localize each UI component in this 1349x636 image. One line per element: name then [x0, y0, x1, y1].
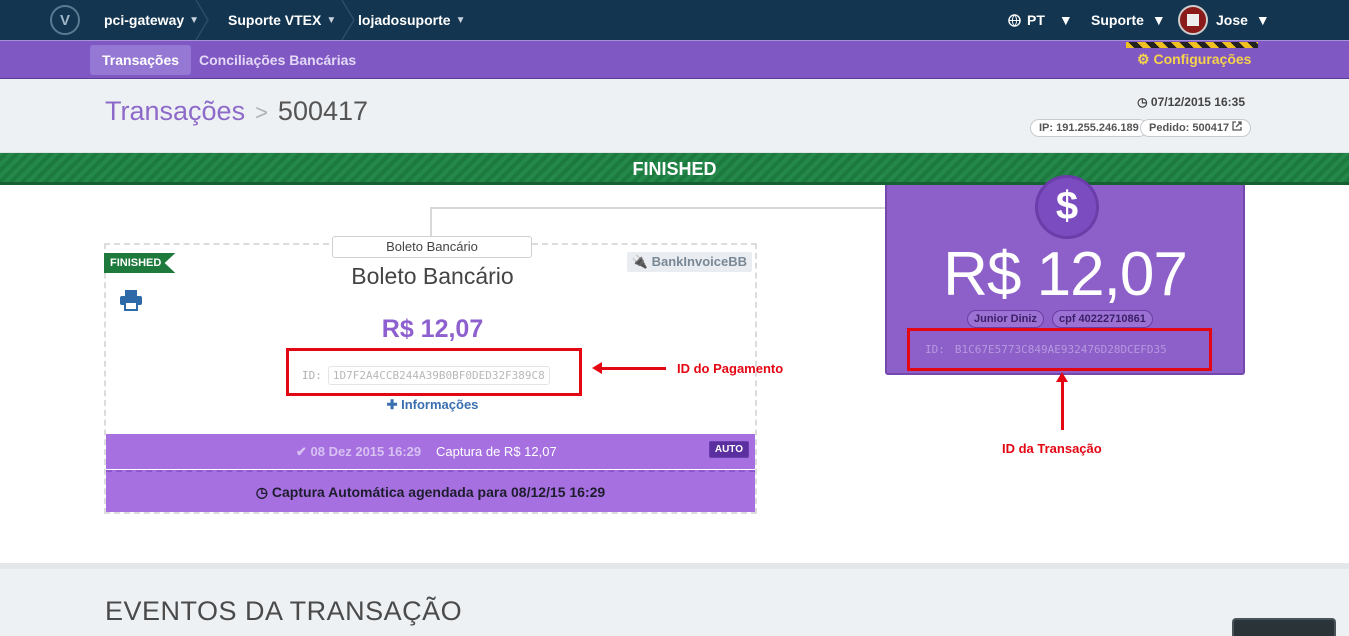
user-menu[interactable]: Jose ▼: [1178, 0, 1270, 40]
plug-icon: 🔌: [631, 254, 648, 269]
breadcrumb-transactions-link[interactable]: Transações: [105, 96, 245, 126]
scheduled-capture: ◷ Captura Automática agendada para 08/12…: [106, 470, 755, 512]
connector-name: BankInvoiceBB: [651, 254, 747, 269]
transaction-datetime: ◷ 07/12/2015 16:35: [1137, 95, 1245, 109]
payment-amount: R$ 12,07: [381, 315, 484, 343]
payment-method-tab: Boleto Bancário: [332, 236, 532, 258]
auto-badge: AUTO: [708, 441, 749, 458]
hazard-stripe: [1126, 42, 1258, 48]
datetime-value: 07/12/2015 16:35: [1150, 95, 1245, 109]
transaction-id-highlight: [907, 328, 1212, 371]
arrow-to-transaction-id: [1056, 372, 1068, 430]
breadcrumb-separator: >: [255, 100, 268, 125]
capture-event-row: ✔ 08 Dez 2015 16:29 Captura de R$ 12,07 …: [106, 434, 755, 469]
language-label: PT: [1027, 12, 1045, 28]
more-info-link[interactable]: ✚ Informações: [106, 397, 759, 413]
gear-icon: ⚙: [1137, 51, 1150, 67]
store-group-label: Suporte VTEX: [228, 12, 322, 28]
capture-date-value: 08 Dez 2015 16:29: [310, 444, 422, 459]
breadcrumb: Transações >500417: [105, 96, 368, 127]
external-link-icon: [1232, 121, 1242, 131]
account-label: pci-gateway: [104, 12, 185, 28]
settings-link[interactable]: ⚙ Configurações: [1137, 51, 1251, 68]
clock-icon: ◷: [255, 484, 269, 500]
top-navbar: V pci-gateway ▼ Suporte VTEX ▼ lojadosup…: [0, 0, 1349, 40]
store-group-selector[interactable]: Suporte VTEX ▼: [228, 0, 336, 40]
arrow-to-payment-id: [592, 362, 666, 374]
transaction-id-annotation: ID da Transação: [1002, 441, 1102, 456]
transaction-amount: R$ 12,07: [943, 240, 1188, 309]
chevron-down-icon: ▼: [326, 14, 337, 26]
status-banner: FINISHED: [0, 153, 1349, 185]
connector-line: [430, 207, 886, 209]
sub-navbar: Transações Conciliações Bancárias ⚙ Conf…: [0, 40, 1349, 79]
breadcrumb-separator: [341, 0, 355, 40]
breadcrumb-separator: [195, 0, 209, 40]
language-selector[interactable]: PT ▼: [1008, 0, 1073, 40]
store-label: lojadosuporte: [358, 12, 451, 28]
chevron-down-icon: ▼: [455, 14, 466, 26]
events-title: EVENTOS DA TRANSAÇÃO: [105, 596, 463, 626]
scheduled-capture-text: Captura Automática agendada para 08/12/1…: [271, 484, 606, 500]
user-name: Jose: [1216, 12, 1248, 28]
floating-widget[interactable]: [1232, 618, 1336, 636]
settings-label: Configurações: [1153, 51, 1252, 67]
page-header: Transações >500417 ◷ 07/12/2015 16:35 IP:…: [0, 79, 1349, 153]
page-title: 500417: [277, 96, 369, 126]
ip-badge: IP: 191.255.246.189: [1030, 119, 1148, 137]
customer-name-badge: Junior Diniz: [967, 310, 1044, 328]
chevron-down-icon: ▼: [1151, 12, 1166, 28]
more-info-label: Informações: [401, 397, 479, 412]
payment-id-annotation: ID do Pagamento: [677, 361, 784, 376]
clock-icon: ◷: [1137, 95, 1148, 109]
chevron-down-icon: ▼: [1255, 12, 1270, 28]
print-icon[interactable]: [119, 289, 143, 311]
plus-icon: ✚: [386, 397, 398, 412]
support-label: Suporte: [1091, 12, 1144, 28]
capture-date: ✔ 08 Dez 2015 16:29: [296, 444, 421, 460]
globe-icon: [1008, 13, 1021, 27]
account-selector[interactable]: pci-gateway ▼: [104, 0, 199, 40]
customer-doc-badge: cpf 40222710861: [1052, 310, 1153, 328]
connector-line: [430, 207, 432, 237]
payment-id-highlight: [286, 348, 582, 396]
chevron-down-icon: ▼: [1058, 12, 1073, 28]
connector-badge: 🔌 BankInvoiceBB: [626, 252, 752, 272]
check-icon: ✔: [296, 444, 307, 459]
support-menu[interactable]: Suporte ▼: [1091, 0, 1166, 40]
tab-transactions[interactable]: Transações: [90, 45, 192, 75]
capture-text: Captura de R$ 12,07: [436, 444, 557, 459]
order-link[interactable]: Pedido: 500417: [1140, 119, 1252, 137]
store-selector[interactable]: lojadosuporte ▼: [358, 0, 465, 40]
vtex-logo-icon[interactable]: V: [50, 5, 80, 35]
avatar: [1178, 5, 1208, 35]
order-label: Pedido: 500417: [1149, 122, 1230, 134]
dollar-icon: $: [1035, 175, 1099, 239]
tab-bank-reconciliation[interactable]: Conciliações Bancárias: [187, 45, 368, 75]
